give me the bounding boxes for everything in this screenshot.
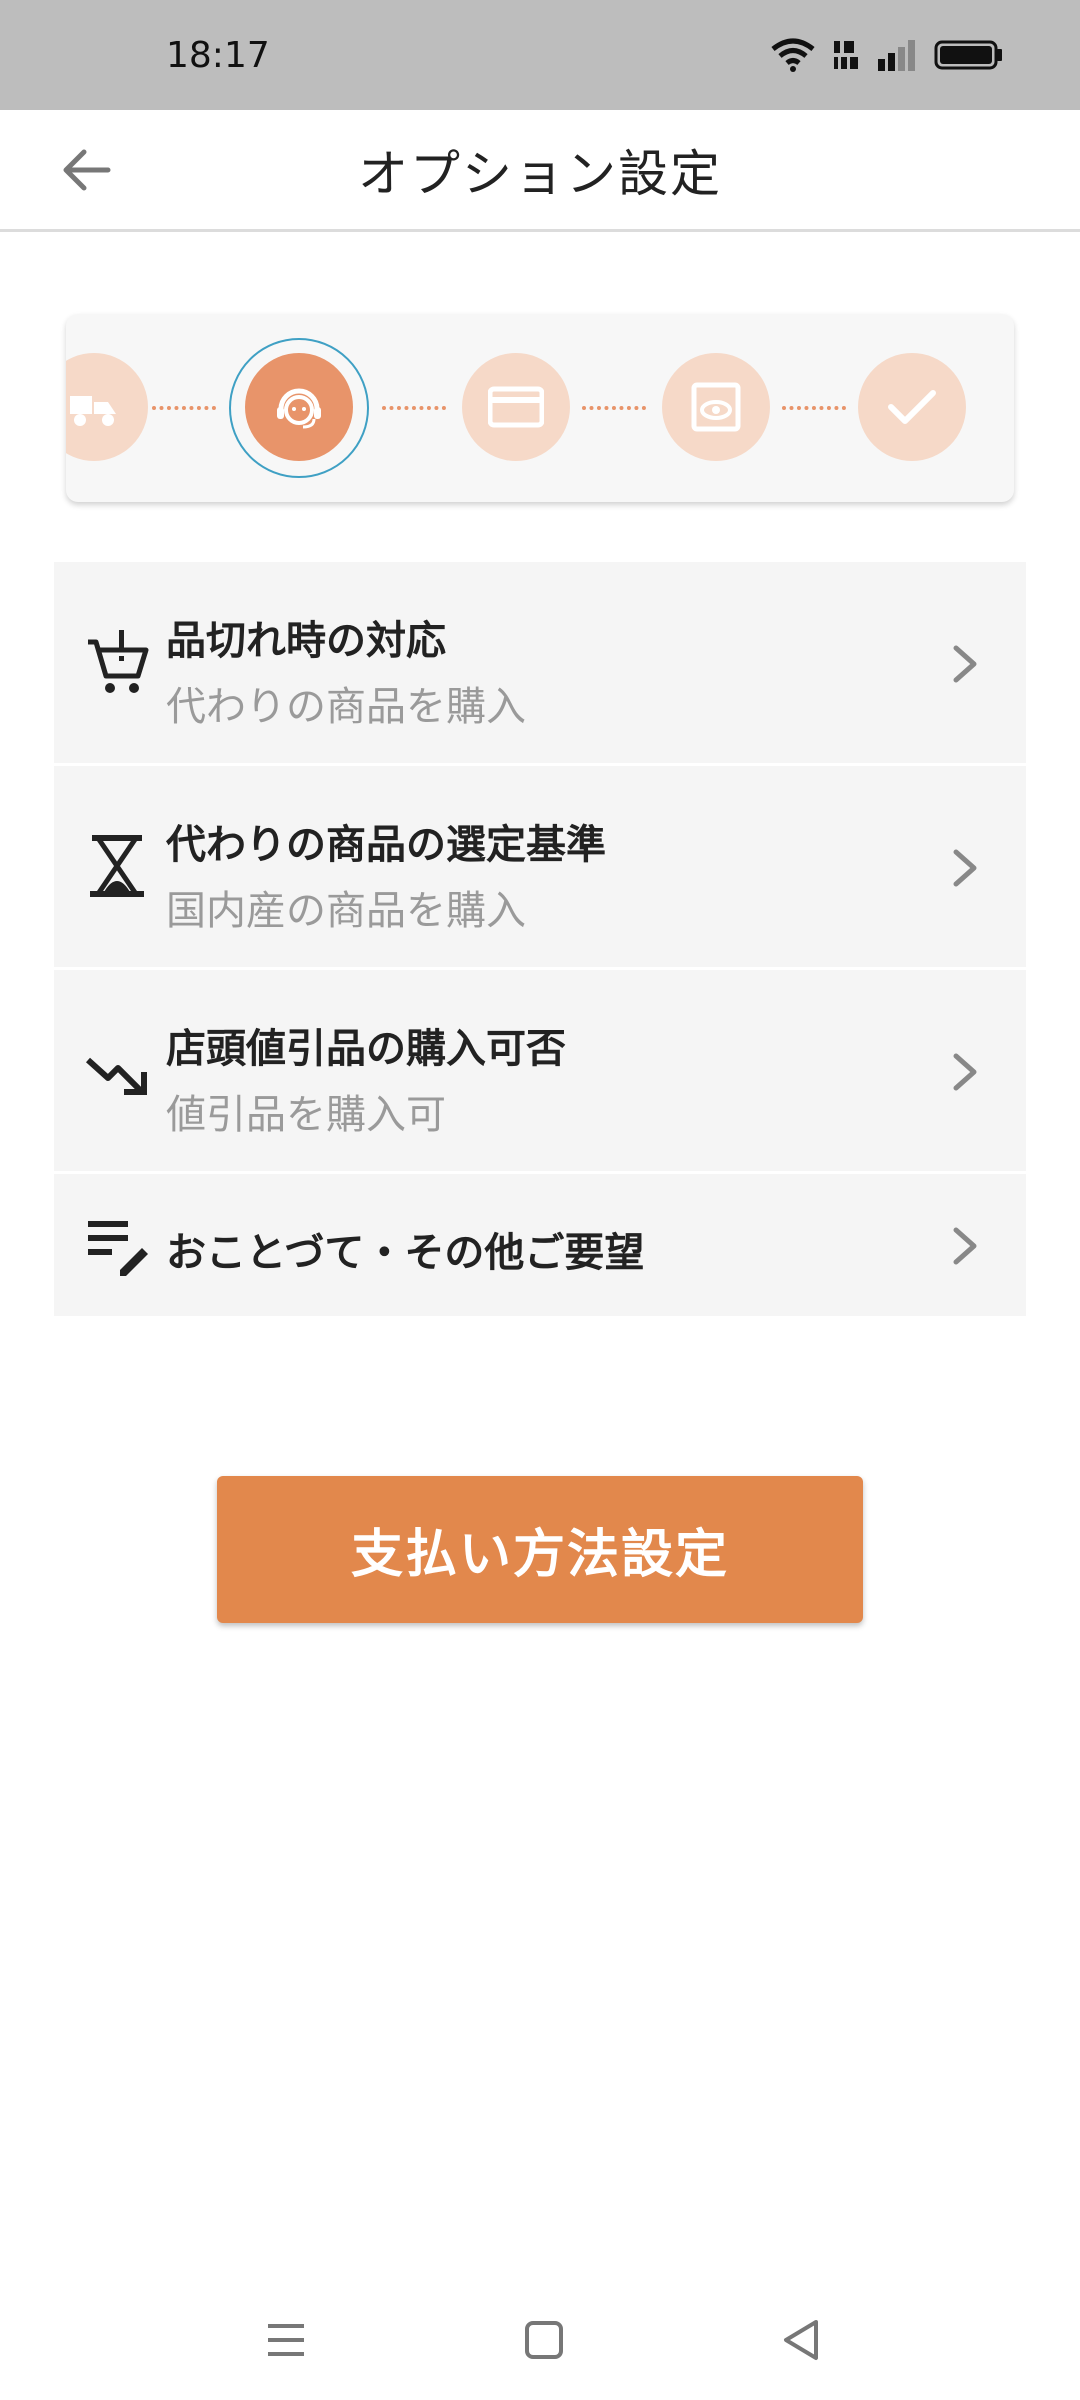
stepper-connector [152,406,216,410]
hourglass-icon [90,835,144,897]
chevron-right-icon [953,1227,977,1265]
option-title: 代わりの商品の選定基準 [166,822,606,868]
recent-apps-icon[interactable] [256,2310,316,2370]
trending-down-icon [85,1057,147,1095]
option-title: 品切れ時の対応 [166,618,446,664]
signal-icon [878,40,915,71]
progress-stepper [66,314,1014,502]
notes-edit-icon [88,1221,148,1276]
chevron-right-icon [953,1053,977,1091]
step-confirm [662,353,770,461]
back-icon[interactable] [772,2310,832,2370]
cart-alert-icon [88,630,149,693]
option-title: 店頭値引品の購入可否 [166,1026,566,1072]
status-bar: 18:17 [0,0,1080,110]
delivery-icon [70,396,116,426]
support-agent-icon [277,388,321,429]
battery-icon [934,40,1002,70]
step-payment [462,353,570,461]
status-time: 18:17 [166,34,270,76]
home-icon[interactable] [514,2310,574,2370]
wifi-icon [771,38,815,72]
preview-icon [691,382,741,432]
option-discount-items[interactable]: 店頭値引品の購入可否 値引品を購入可 [54,970,1026,1174]
option-out-of-stock[interactable]: 品切れ時の対応 代わりの商品を購入 [54,562,1026,766]
chevron-right-icon [953,645,977,683]
page-title: オプション設定 [358,144,722,203]
credit-card-icon [488,386,544,428]
stepper-connector [582,406,646,410]
volte-icon [834,41,858,69]
step-support [245,353,353,461]
chevron-right-icon [953,849,977,887]
option-substitute-criteria[interactable]: 代わりの商品の選定基準 国内産の商品を購入 [54,766,1026,970]
stepper-connector [782,406,846,410]
option-notes-requests[interactable]: おことづて・その他ご要望 [54,1174,1026,1319]
option-value: 値引品を購入可 [166,1092,446,1138]
option-title: おことづて・その他ご要望 [166,1230,645,1276]
back-arrow-icon[interactable] [56,140,116,200]
option-value: 代わりの商品を購入 [166,684,526,730]
step-delivery [66,353,148,461]
app-bar: オプション設定 [0,110,1080,232]
options-list: 品切れ時の対応 代わりの商品を購入 代わりの商品の選定基準 国内産の商品を購入 … [54,562,1026,1319]
payment-settings-button[interactable]: 支払い方法設定 [217,1476,863,1623]
stepper-connector [382,406,446,410]
status-icons [770,37,1004,73]
option-value: 国内産の商品を購入 [166,888,526,934]
step-complete [858,353,966,461]
system-nav-bar [0,2290,1080,2400]
check-icon [888,390,936,424]
